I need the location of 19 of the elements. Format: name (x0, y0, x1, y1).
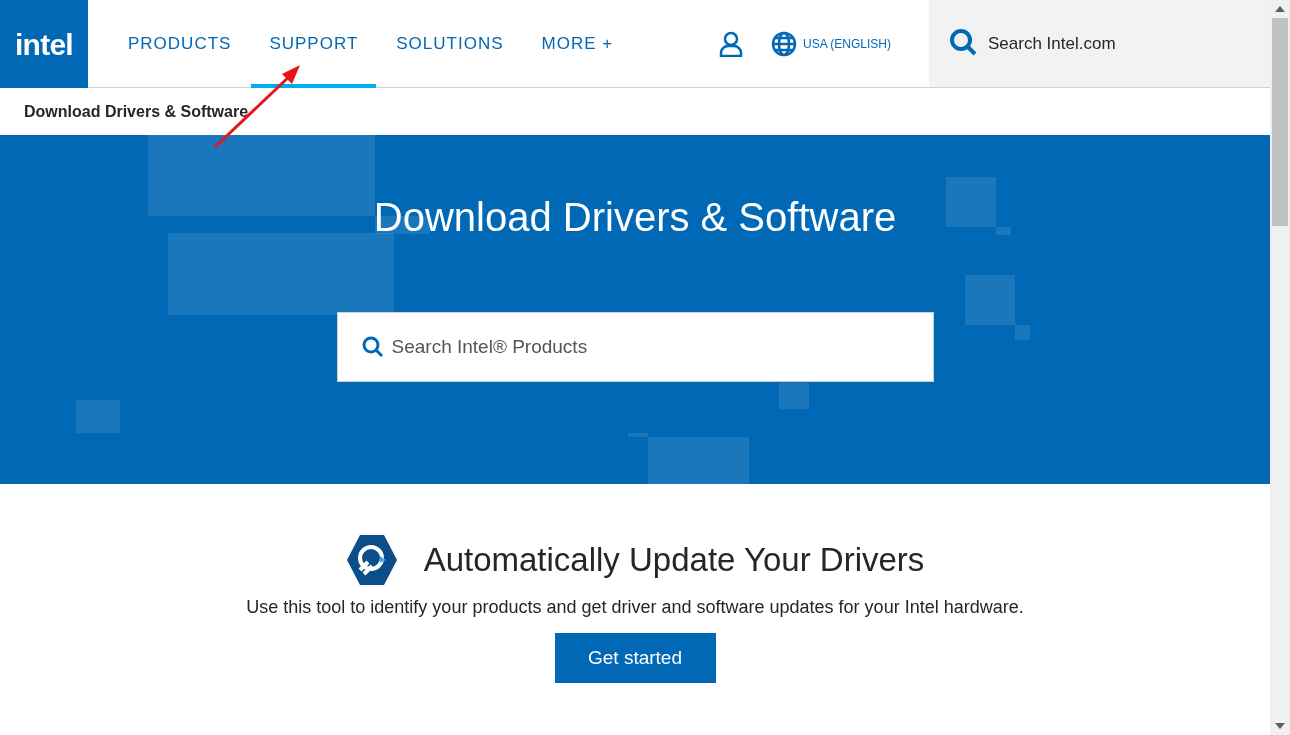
get-started-button[interactable]: Get started (554, 633, 716, 683)
search-icon (360, 335, 385, 359)
scrollbar-thumb[interactable] (1272, 18, 1288, 226)
update-description: Use this tool to identify your products and get driver and software updates for your Intel hardware. (246, 596, 1024, 619)
breadcrumb: Download Drivers & Software (24, 101, 249, 122)
region-selector[interactable]: USA (ENGLISH) (802, 34, 891, 53)
site-search-field[interactable]: Search Intel.com (929, 0, 1270, 87)
intel-logo[interactable]: intel (0, 0, 88, 88)
product-search-field[interactable]: Search Intel® Products (336, 312, 934, 382)
globe-icon[interactable] (770, 30, 797, 57)
driver-update-icon (345, 534, 398, 586)
update-title: Automatically Update Your Drivers (423, 540, 925, 581)
user-icon[interactable] (718, 30, 743, 57)
nav-tab[interactable]: SOLUTIONS (378, 0, 522, 88)
hero-title: Download Drivers & Software (373, 194, 897, 241)
scrollbar[interactable] (1270, 0, 1290, 735)
nav-tab[interactable]: PRODUCTS (110, 0, 250, 88)
search-icon (949, 28, 979, 58)
nav-tab[interactable]: MORE + (523, 0, 632, 88)
